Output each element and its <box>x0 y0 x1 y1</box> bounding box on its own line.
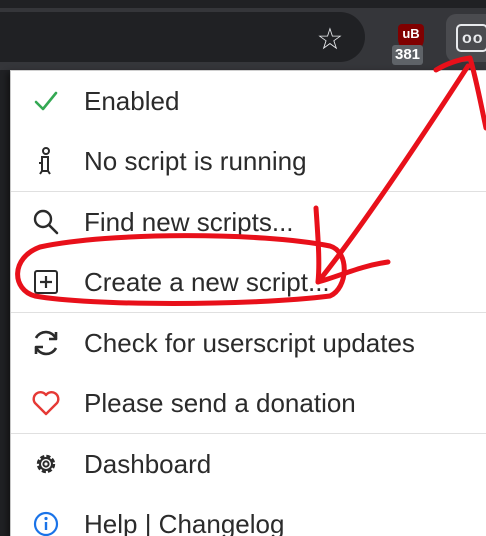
check-icon <box>31 86 61 116</box>
bookmark-star-icon[interactable]: ☆ <box>310 20 350 60</box>
browser-toolbar: ☆ uB 381 oo <box>0 0 486 70</box>
menu-item-enabled[interactable]: Enabled <box>11 71 486 131</box>
menu-item-dashboard[interactable]: Dashboard <box>11 434 486 494</box>
heart-icon <box>31 388 61 418</box>
gear-icon <box>31 449 61 479</box>
refresh-icon <box>31 328 61 358</box>
menu-item-find-new-scripts[interactable]: Find new scripts... <box>11 192 486 252</box>
menu-item-create-new-script[interactable]: Create a new script... <box>11 252 486 312</box>
menu-item-no-script-running[interactable]: No script is running <box>11 131 486 191</box>
menu-item-label: Check for userscript updates <box>84 328 415 358</box>
tampermonkey-extension-button[interactable]: oo <box>446 14 486 62</box>
menu-item-label: Create a new script... <box>84 267 330 297</box>
menu-item-label: Enabled <box>84 86 180 116</box>
menu-item-label: No script is running <box>84 146 307 176</box>
plus-square-icon <box>31 267 61 297</box>
script-running-icon <box>31 146 61 176</box>
ublock-badge-count: 381 <box>392 45 424 65</box>
tampermonkey-popup-menu: Enabled No script is running Find new sc… <box>10 70 486 536</box>
menu-item-donation[interactable]: Please send a donation <box>11 373 486 433</box>
menu-item-label: Help | Changelog <box>84 509 285 536</box>
ublock-extension-button[interactable]: uB 381 <box>392 18 432 66</box>
menu-item-help-changelog[interactable]: Help | Changelog <box>11 494 486 536</box>
menu-item-label: Find new scripts... <box>84 207 294 237</box>
info-icon <box>31 509 61 536</box>
tampermonkey-icon: oo <box>456 24 486 52</box>
menu-item-label: Dashboard <box>84 449 212 479</box>
search-icon <box>31 207 61 237</box>
tab-strip <box>0 0 486 8</box>
menu-item-label: Please send a donation <box>84 388 356 418</box>
menu-item-check-updates[interactable]: Check for userscript updates <box>11 313 486 373</box>
